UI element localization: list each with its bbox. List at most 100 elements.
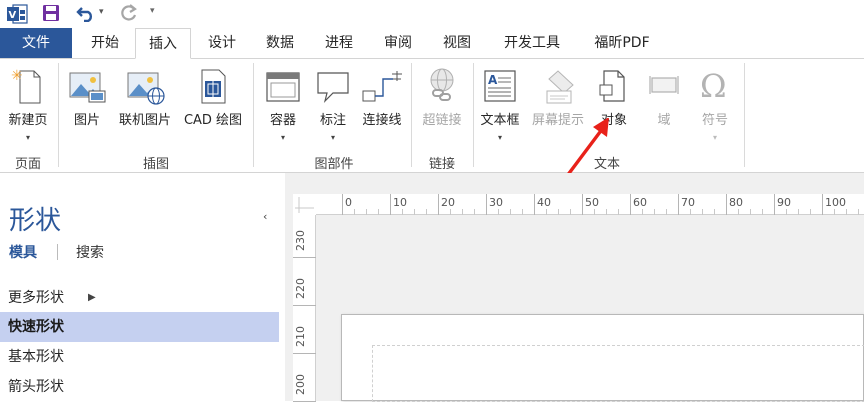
ruler-label: 210	[294, 326, 307, 347]
visio-logo-icon[interactable]: V	[7, 4, 28, 24]
ruler-major-tick	[774, 194, 775, 215]
horizontal-ruler: 0 10 20 30 40 50 60 70 80 90 100	[316, 194, 864, 215]
new-page-label: 新建页	[8, 113, 48, 128]
tab-review[interactable]: 审阅	[370, 28, 426, 58]
ruler-major-tick	[534, 194, 535, 215]
tab-stencils[interactable]: 模具	[9, 242, 37, 262]
tab-developer[interactable]: 开发工具	[488, 28, 576, 58]
picture-button[interactable]: 图片	[64, 67, 110, 147]
ruler-minor-tick	[426, 209, 427, 215]
online-picture-icon	[127, 72, 165, 105]
ruler-label: 90	[777, 196, 791, 209]
container-button[interactable]: 容器 ▾	[260, 67, 306, 147]
ruler-major-tick	[293, 305, 316, 306]
stencil-arrow-shapes[interactable]: 箭头形状	[0, 372, 279, 402]
drawing-area[interactable]: 0 10 20 30 40 50 60 70 80 90 100 230 220 210 200	[285, 173, 864, 402]
new-page-icon: ✳	[11, 68, 41, 104]
ruler-major-tick	[486, 194, 487, 215]
undo-icon[interactable]	[76, 4, 96, 22]
ruler-label: 230	[294, 230, 307, 251]
ruler-minor-tick	[690, 209, 691, 215]
ruler-label: 70	[681, 196, 695, 209]
tab-search[interactable]: 搜索	[76, 242, 104, 262]
drawing-page[interactable]	[341, 314, 864, 402]
object-icon	[599, 70, 625, 102]
hyperlink-button[interactable]: 超链接	[414, 67, 470, 147]
group-divider	[473, 63, 474, 167]
ribbon-tabs: 文件 开始 插入 设计 数据 进程 审阅 视图 开发工具 福昕PDF	[0, 28, 864, 59]
ruler-major-tick	[438, 194, 439, 215]
tab-foxit-pdf[interactable]: 福昕PDF	[580, 28, 664, 58]
stencil-quick-shapes[interactable]: 快速形状	[0, 312, 279, 342]
tab-data[interactable]: 数据	[252, 28, 308, 58]
ruler-minor-tick	[354, 209, 355, 215]
online-picture-button[interactable]: 联机图片	[112, 67, 178, 147]
ruler-minor-tick	[378, 209, 379, 215]
ruler-label: 60	[633, 196, 647, 209]
ruler-label: 100	[825, 196, 846, 209]
picture-label: 图片	[73, 113, 100, 128]
picture-icon	[69, 72, 106, 103]
undo-dropdown-icon[interactable]: ▾	[99, 7, 104, 17]
screentip-icon	[546, 70, 574, 104]
container-label: 容器	[269, 113, 296, 128]
ruler-minor-tick	[858, 209, 859, 215]
tab-file[interactable]: 文件	[0, 28, 72, 58]
symbol-button[interactable]: Ω 符号 ▾	[692, 67, 738, 147]
chevron-down-icon: ▾	[280, 133, 286, 142]
svg-text:V: V	[9, 10, 17, 21]
group-label-diagram-parts: 图部件	[314, 157, 354, 172]
group-divider	[253, 63, 254, 167]
textbox-button[interactable]: A 文本框 ▾	[476, 67, 524, 147]
group-label-page: 页面	[14, 157, 41, 172]
callout-button[interactable]: 标注 ▾	[310, 67, 356, 147]
collapse-pane-icon[interactable]: ‹	[263, 210, 267, 223]
group-divider	[411, 63, 412, 167]
save-icon[interactable]	[42, 4, 60, 22]
tab-view[interactable]: 视图	[429, 28, 485, 58]
cad-drawing-button[interactable]: CAD 绘图	[178, 67, 248, 147]
stencil-label: 更多形状	[8, 290, 64, 306]
stencil-more-shapes[interactable]: 更多形状 ▶	[0, 283, 279, 313]
omega-icon: Ω	[700, 67, 727, 105]
connector-button[interactable]: 连接线	[356, 67, 408, 147]
ruler-minor-tick	[522, 209, 523, 215]
connector-icon	[362, 71, 402, 102]
new-page-button[interactable]: ✳ 新建页 ▾	[0, 67, 56, 147]
ruler-major-tick	[390, 194, 391, 215]
stencil-label: 快速形状	[8, 319, 64, 335]
connector-label: 连接线	[362, 113, 402, 128]
page-margin-guide	[372, 345, 864, 402]
ruler-minor-tick	[594, 209, 595, 215]
chevron-down-icon: ▾	[497, 133, 503, 142]
ruler-major-tick	[293, 257, 316, 258]
ruler-minor-tick	[714, 209, 715, 215]
chevron-down-icon: ▾	[712, 133, 718, 142]
ruler-minor-tick	[570, 209, 571, 215]
ruler-major-tick	[822, 194, 823, 215]
hyperlink-label: 超链接	[422, 113, 462, 128]
stencil-basic-shapes[interactable]: 基本形状	[0, 342, 279, 372]
ruler-minor-tick	[810, 209, 811, 215]
hyperlink-icon	[430, 68, 454, 101]
chevron-down-icon: ▾	[330, 133, 336, 142]
ruler-major-tick	[630, 194, 631, 215]
field-button[interactable]: 域	[640, 67, 688, 147]
textbox-label: 文本框	[480, 113, 520, 128]
redo-icon[interactable]	[119, 3, 139, 23]
ruler-label: 20	[441, 196, 455, 209]
callout-icon	[317, 72, 349, 103]
ruler-label: 0	[345, 196, 352, 209]
ruler-minor-tick	[510, 209, 511, 215]
tab-design[interactable]: 设计	[194, 28, 250, 58]
tab-home[interactable]: 开始	[77, 28, 133, 58]
customize-qat-icon[interactable]: ▾	[150, 6, 155, 16]
ruler-label: 220	[294, 278, 307, 299]
ruler-label: 50	[585, 196, 599, 209]
ruler-minor-tick	[414, 209, 415, 215]
tab-divider	[57, 244, 58, 260]
tab-insert[interactable]: 插入	[135, 28, 191, 59]
shapes-pane: 形状 ‹ 模具 搜索 更多形状 ▶ 快速形状 基本形状 箭头形状	[0, 173, 285, 401]
tab-process[interactable]: 进程	[311, 28, 367, 58]
stencil-label: 基本形状	[8, 349, 64, 365]
